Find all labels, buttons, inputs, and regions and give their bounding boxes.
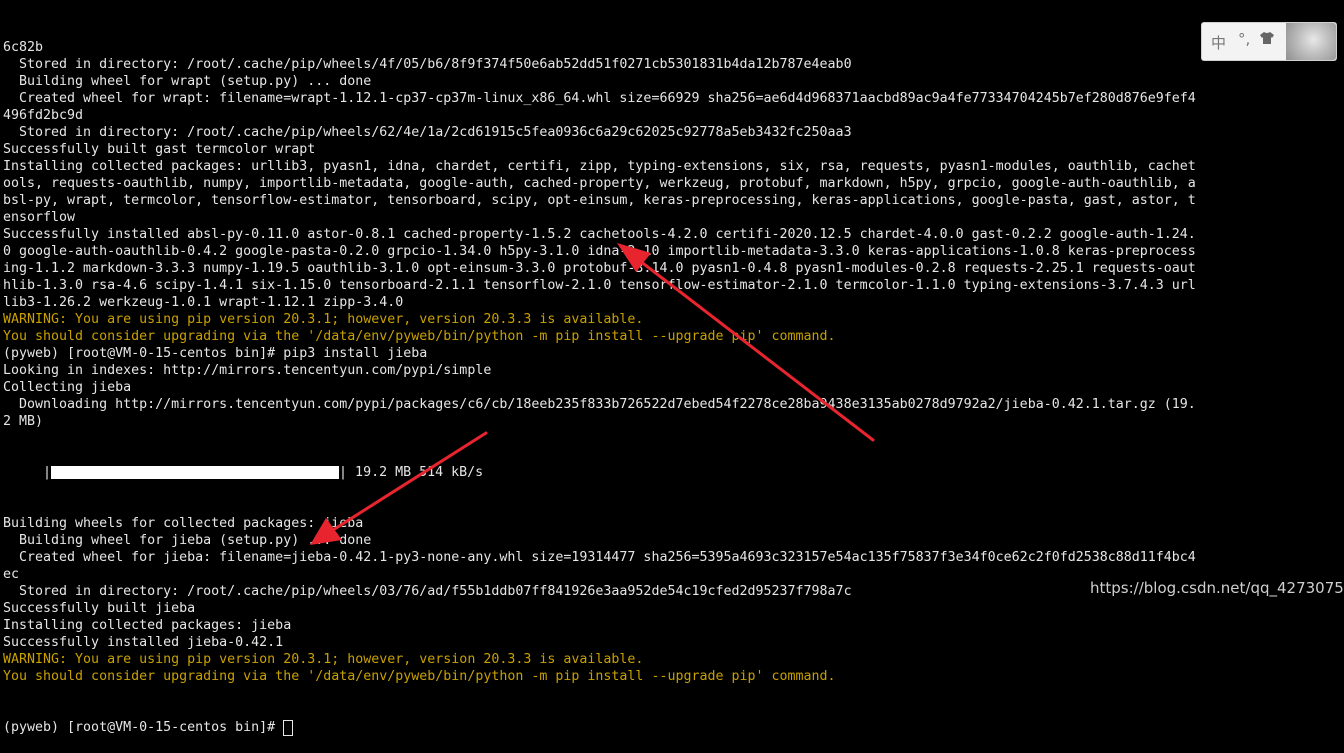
terminal-warning-line: WARNING: You are using pip version 20.3.… [3, 652, 644, 667]
red-arrow-lower [310, 431, 488, 545]
terminal-line: Successfully installed jieba-0.42.1 [3, 635, 284, 650]
annotation-arrows [310, 243, 875, 545]
prompt-line[interactable]: (pyweb) [root@VM-0-15-centos bin]# [3, 719, 1343, 736]
watermark: https://blog.csdn.net/qq_42730750 [1090, 579, 1344, 597]
red-arrow-upper [617, 243, 875, 442]
terminal-cursor [283, 720, 294, 736]
terminal-line: Installing collected packages: jieba [3, 618, 292, 633]
shell-prompt: (pyweb) [root@VM-0-15-centos bin]# [3, 720, 284, 735]
terminal-warning-line: You should consider upgrading via the '/… [3, 669, 836, 684]
